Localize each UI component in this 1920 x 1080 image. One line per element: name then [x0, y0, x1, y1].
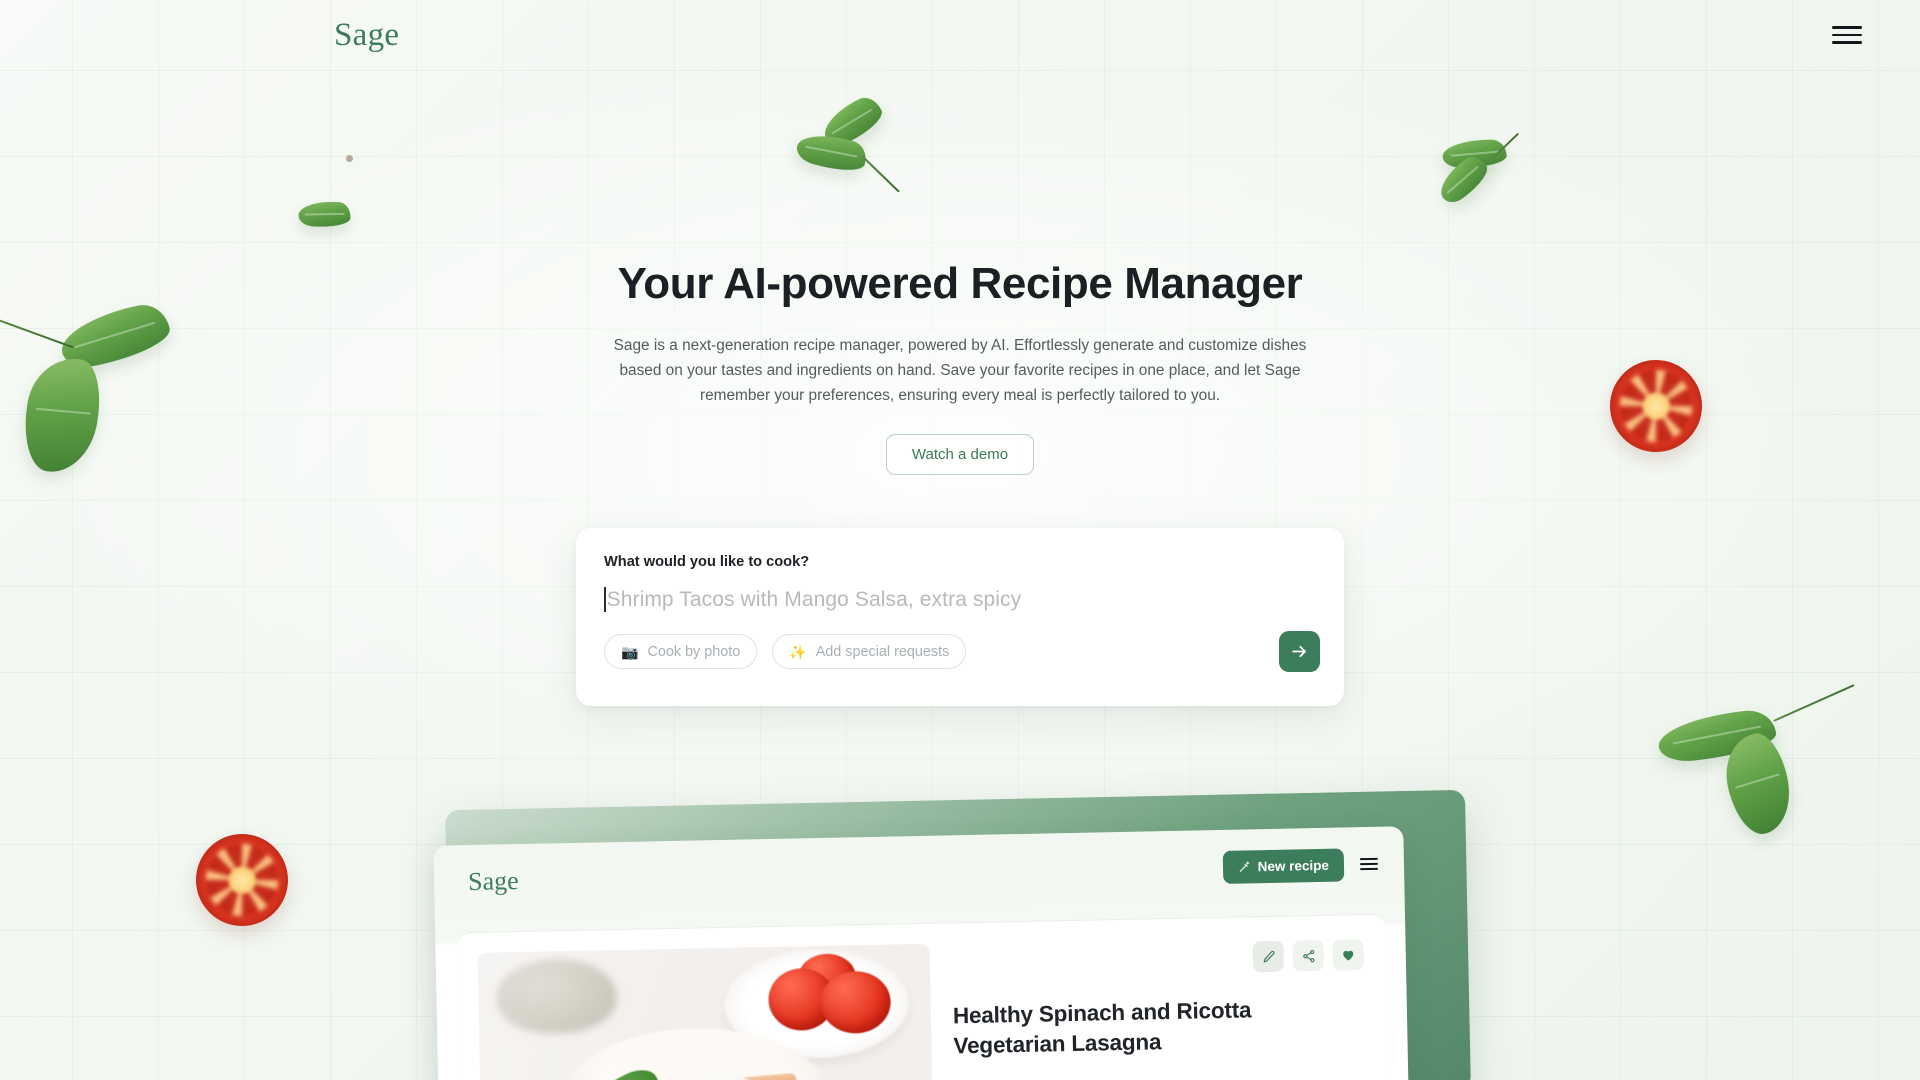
heart-filled-icon[interactable]	[1332, 939, 1365, 971]
new-recipe-label: New recipe	[1257, 857, 1330, 874]
cook-by-photo-button[interactable]: 📷 Cook by photo	[604, 634, 758, 669]
recipe-photo	[477, 943, 934, 1080]
recipe-prompt-card: What would you like to cook? Shrimp Taco…	[576, 528, 1344, 706]
brand-logo[interactable]: Sage	[334, 18, 399, 52]
page-title: Your AI-powered Recipe Manager	[617, 259, 1303, 308]
new-recipe-button[interactable]: New recipe	[1222, 847, 1345, 884]
leaf-sprig-lower-right	[1650, 672, 1860, 840]
submit-prompt-button[interactable]	[1279, 631, 1320, 672]
prompt-input[interactable]: Shrimp Tacos with Mango Salsa, extra spi…	[604, 587, 1316, 612]
watch-demo-button[interactable]: Watch a demo	[885, 433, 1035, 475]
app-preview: Sage New recipe Healthy Spinach and Rico…	[433, 789, 1471, 1080]
recipe-card[interactable]: Healthy Spinach and Ricotta Vegetarian L…	[457, 914, 1389, 1080]
recipe-title: Healthy Spinach and Ricotta Vegetarian L…	[952, 997, 1252, 1059]
hamburger-menu-icon[interactable]	[1832, 20, 1862, 50]
arrow-right-icon	[1292, 645, 1306, 658]
edit-pencil-icon[interactable]	[1252, 940, 1285, 973]
add-special-requests-button[interactable]: ✨ Add special requests	[772, 634, 967, 669]
app-preview-window: Sage New recipe Healthy Spinach and Rico…	[433, 826, 1409, 1080]
tomato-slice-lower-left	[196, 834, 288, 926]
prompt-label: What would you like to cook?	[604, 554, 810, 570]
recipe-card-body: Healthy Spinach and Ricotta Vegetarian L…	[951, 935, 1368, 1080]
share-icon[interactable]	[1292, 939, 1325, 972]
cook-by-photo-label: Cook by photo	[647, 643, 741, 660]
recipe-card-actions	[1252, 939, 1365, 973]
camera-icon: 📷	[621, 643, 639, 660]
prompt-actions-row: 📷 Cook by photo ✨ Add special requests	[604, 631, 1320, 672]
hero-cta-row: Watch a demo	[0, 433, 1920, 475]
magic-wand-icon	[1239, 861, 1249, 872]
app-preview-hamburger-menu-icon[interactable]	[1359, 857, 1379, 871]
landing-page: Sage Your AI-powered Recipe Manager Sage…	[0, 0, 1920, 1080]
hero-section: Your AI-powered Recipe Manager Sage is a…	[0, 0, 1920, 475]
app-preview-logo: Sage	[467, 866, 519, 897]
add-special-requests-label: Add special requests	[815, 643, 950, 660]
hero-description: Sage is a next-generation recipe manager…	[613, 336, 1307, 404]
sparkles-icon: ✨	[789, 643, 807, 660]
prompt-placeholder-text: Shrimp Tacos with Mango Salsa, extra spi…	[606, 587, 1022, 611]
app-preview-topbar-actions: New recipe	[1222, 847, 1379, 884]
text-caret	[604, 587, 606, 612]
page-header: Sage	[0, 0, 1920, 70]
